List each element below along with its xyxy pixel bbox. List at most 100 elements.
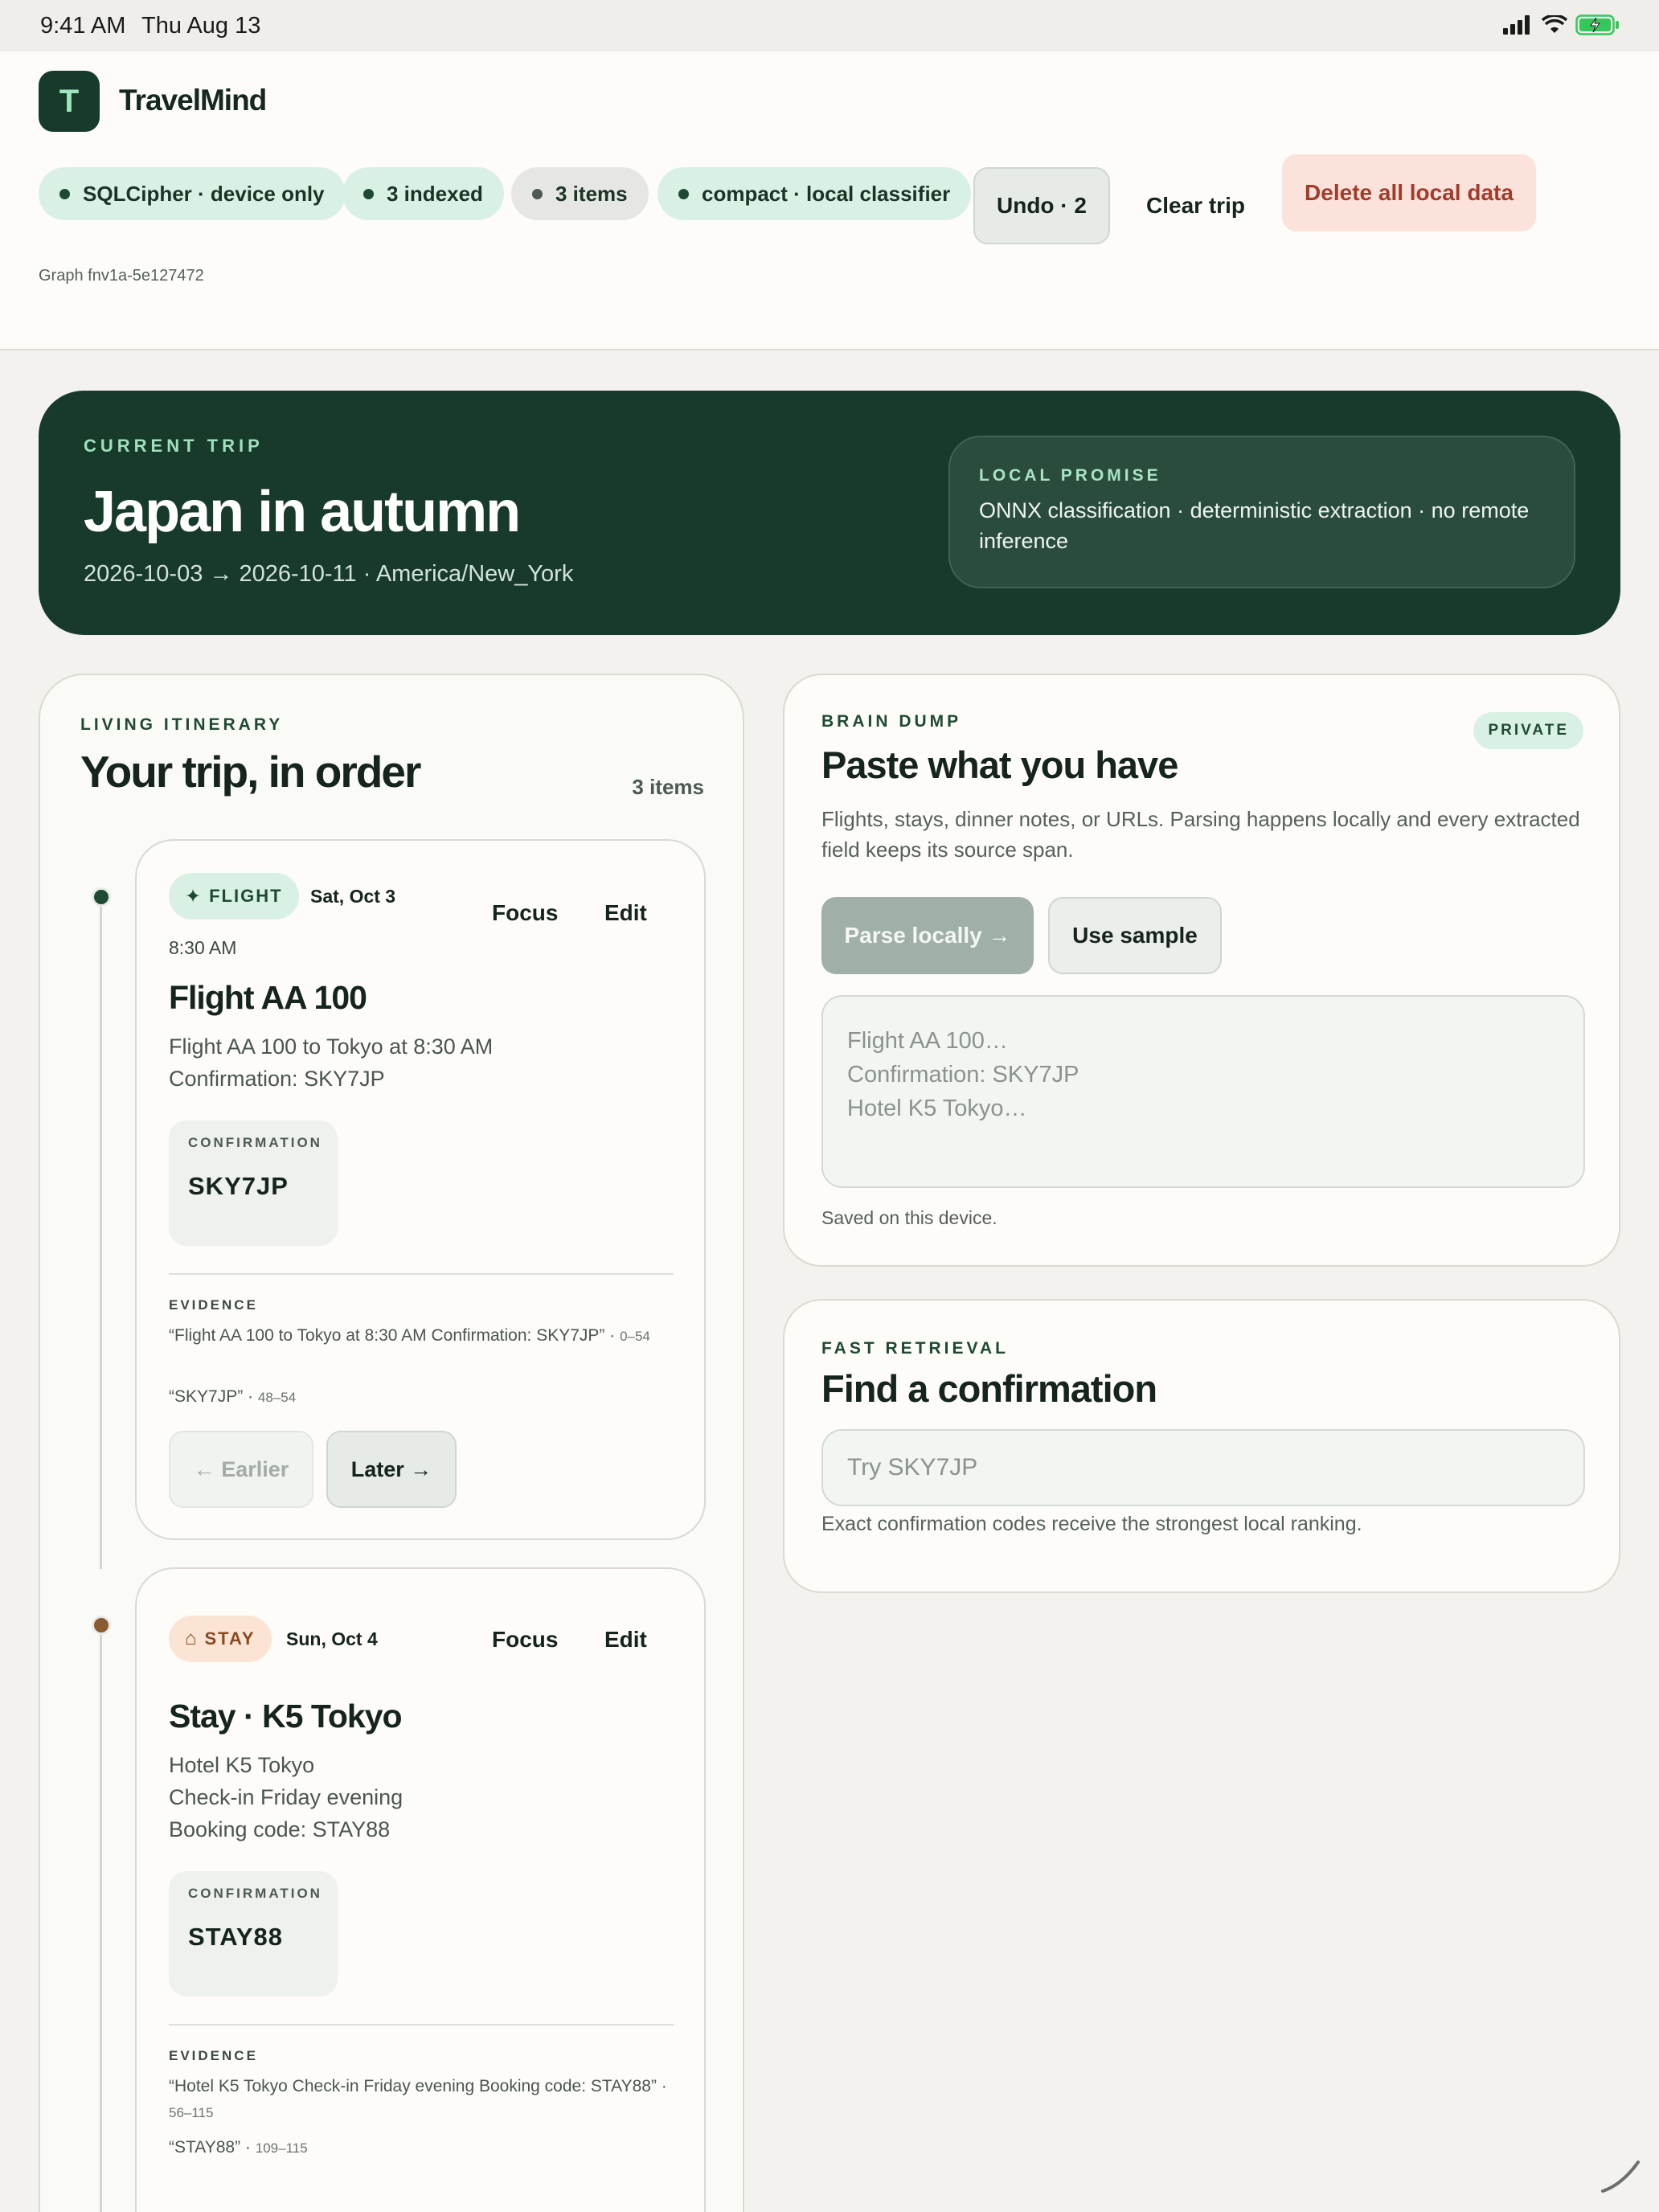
itinerary-count: 3 items bbox=[632, 775, 704, 799]
itinerary-card-stay[interactable]: ⌂ STAY Sun, Oct 4 Focus Edit Stay · K5 T… bbox=[135, 1567, 706, 2212]
confirmation-code: STAY88 bbox=[188, 1923, 284, 1951]
evidence-span: 56–115 bbox=[169, 2105, 214, 2120]
chip-label: 3 indexed bbox=[387, 181, 483, 206]
evidence-span: 0–54 bbox=[620, 1329, 650, 1344]
evidence-line: “SKY7JP” · 48–54 bbox=[169, 1384, 675, 1411]
chip-indexed[interactable]: 3 indexed bbox=[342, 167, 504, 220]
status-dot-icon bbox=[363, 188, 374, 199]
retrieval-hint: Exact confirmation codes receive the str… bbox=[821, 1513, 1362, 1535]
fast-retrieval-panel: FAST RETRIEVAL Find a confirmation Try S… bbox=[783, 1299, 1620, 1593]
item-desc-line: Hotel K5 Tokyo bbox=[169, 1753, 315, 1777]
itinerary-card-flight[interactable]: ✦ FLIGHT Sat, Oct 3 8:30 AM Focus Edit F… bbox=[135, 839, 706, 1540]
parse-locally-button[interactable]: Parse locally → bbox=[821, 897, 1034, 974]
later-button[interactable]: Later → bbox=[326, 1431, 457, 1508]
timeline-rail bbox=[100, 1627, 102, 2212]
item-title: Stay · K5 Tokyo bbox=[169, 1698, 403, 1735]
wifi-icon bbox=[1542, 15, 1567, 33]
itinerary-eyebrow: LIVING ITINERARY bbox=[80, 715, 284, 734]
evidence-text: “Hotel K5 Tokyo Check-in Friday evening … bbox=[169, 2077, 667, 2095]
evidence-line: “Flight AA 100 to Tokyo at 8:30 AM Confi… bbox=[169, 1323, 675, 1350]
app-name: TravelMind bbox=[119, 84, 267, 117]
item-desc-line: Flight AA 100 to Tokyo at 8:30 AM bbox=[169, 1034, 494, 1059]
item-desc-line: Check-in Friday evening bbox=[169, 1785, 403, 1809]
evidence-line: “Hotel K5 Tokyo Check-in Friday evening … bbox=[169, 2074, 675, 2126]
app-header: T TravelMind SQLCipher · device only 3 i… bbox=[0, 51, 1659, 350]
tag-label: FLIGHT bbox=[209, 886, 283, 906]
chip-storage[interactable]: SQLCipher · device only bbox=[39, 167, 346, 220]
chip-label: compact · local classifier bbox=[702, 181, 951, 206]
focus-button[interactable]: Focus bbox=[492, 1627, 558, 1653]
confirmation-box[interactable]: CONFIRMATION STAY88 bbox=[169, 1871, 338, 1997]
status-date: Thu Aug 13 bbox=[141, 13, 261, 39]
divider bbox=[169, 2024, 674, 2026]
app-logo: T bbox=[39, 71, 100, 132]
clear-trip-button[interactable]: Clear trip bbox=[1125, 167, 1266, 244]
evidence-label: EVIDENCE bbox=[169, 2048, 258, 2063]
tag-label: STAY bbox=[204, 1628, 256, 1649]
home-icon: ⌂ bbox=[185, 1628, 197, 1649]
brain-dump-heading: Paste what you have bbox=[821, 743, 1178, 786]
delete-local-data-button[interactable]: Delete all local data bbox=[1282, 154, 1536, 231]
trip-dates: 2026-10-03 → 2026-10-11 · America/New_Yo… bbox=[84, 561, 574, 587]
item-desc-line: Booking code: STAY88 bbox=[169, 1817, 391, 1841]
brain-dump-panel: BRAIN DUMP PRIVATE Paste what you have F… bbox=[783, 674, 1620, 1267]
evidence-text: “Flight AA 100 to Tokyo at 8:30 AM Confi… bbox=[169, 1326, 616, 1345]
brain-dump-eyebrow: BRAIN DUMP bbox=[821, 712, 962, 731]
timeline-rail bbox=[100, 899, 102, 1569]
timeline-dot-stay bbox=[92, 1616, 111, 1635]
retrieval-heading: Find a confirmation bbox=[821, 1367, 1157, 1410]
divider bbox=[169, 1273, 674, 1275]
hero-eyebrow: CURRENT TRIP bbox=[84, 436, 264, 456]
promise-label: LOCAL PROMISE bbox=[979, 466, 1161, 485]
status-dot-icon bbox=[532, 188, 543, 199]
current-trip-hero: CURRENT TRIP Japan in autumn 2026-10-03 … bbox=[39, 391, 1620, 635]
evidence-span: 48–54 bbox=[257, 1390, 297, 1405]
chip-classifier[interactable]: compact · local classifier bbox=[657, 167, 972, 220]
brain-dump-textarea[interactable]: Flight AA 100… Confirmation: SKY7JP Hote… bbox=[821, 995, 1585, 1188]
evidence-text: “STAY88” · bbox=[169, 2138, 251, 2157]
evidence-line: “STAY88” · 109–115 bbox=[169, 2135, 675, 2161]
logo-letter: T bbox=[59, 83, 80, 119]
itinerary-heading: Your trip, in order bbox=[80, 747, 421, 797]
confirmation-code: SKY7JP bbox=[188, 1172, 289, 1200]
flight-tag: ✦ FLIGHT bbox=[169, 873, 299, 920]
item-desc-line: Confirmation: SKY7JP bbox=[169, 1067, 385, 1091]
trip-title: Japan in autumn bbox=[84, 480, 521, 544]
item-day: Sun, Oct 4 bbox=[286, 1628, 378, 1649]
cellular-signal-icon bbox=[1503, 15, 1530, 35]
status-icons bbox=[1503, 14, 1620, 35]
edit-button[interactable]: Edit bbox=[604, 900, 647, 926]
focus-button[interactable]: Focus bbox=[492, 900, 558, 926]
status-bar: 9:41 AM Thu Aug 13 bbox=[0, 0, 1659, 51]
item-day: Sat, Oct 3 bbox=[310, 886, 396, 907]
confirmation-label: CONFIRMATION bbox=[188, 1135, 322, 1150]
retrieval-eyebrow: FAST RETRIEVAL bbox=[821, 1339, 1009, 1358]
evidence-text: “SKY7JP” · bbox=[169, 1387, 254, 1406]
status-dot-icon bbox=[59, 188, 70, 199]
itinerary-panel: LIVING ITINERARY Your trip, in order 3 i… bbox=[39, 674, 744, 2212]
earlier-button[interactable]: ← Earlier bbox=[169, 1431, 313, 1508]
confirmation-search-input[interactable]: Try SKY7JP bbox=[821, 1429, 1585, 1506]
item-title: Flight AA 100 bbox=[169, 979, 367, 1016]
status-time: 9:41 AM bbox=[40, 13, 126, 39]
graph-id: Graph fnv1a-5e127472 bbox=[39, 267, 204, 285]
promise-text: ONNX classification · deterministic extr… bbox=[979, 498, 1530, 553]
item-time: 8:30 AM bbox=[169, 937, 237, 958]
undo-button[interactable]: Undo · 2 bbox=[973, 167, 1110, 244]
private-badge: PRIVATE bbox=[1473, 712, 1583, 749]
confirmation-box[interactable]: CONFIRMATION SKY7JP bbox=[169, 1120, 338, 1246]
chip-label: 3 items bbox=[555, 181, 628, 206]
battery-charging-icon bbox=[1575, 14, 1619, 35]
use-sample-button[interactable]: Use sample bbox=[1048, 897, 1222, 974]
chip-items[interactable]: 3 items bbox=[511, 167, 649, 220]
edit-button[interactable]: Edit bbox=[604, 1627, 647, 1653]
evidence-label: EVIDENCE bbox=[169, 1297, 258, 1313]
local-promise-card: LOCAL PROMISE ONNX classification · dete… bbox=[948, 436, 1575, 588]
confirmation-label: CONFIRMATION bbox=[188, 1886, 322, 1901]
pencil-scribble-icon bbox=[1601, 2161, 1640, 2193]
sparkle-icon: ✦ bbox=[185, 885, 202, 907]
evidence-span: 109–115 bbox=[255, 2140, 308, 2156]
stay-tag: ⌂ STAY bbox=[169, 1616, 272, 1662]
timeline-dot-flight bbox=[92, 887, 111, 907]
saved-note: Saved on this device. bbox=[821, 1207, 997, 1228]
